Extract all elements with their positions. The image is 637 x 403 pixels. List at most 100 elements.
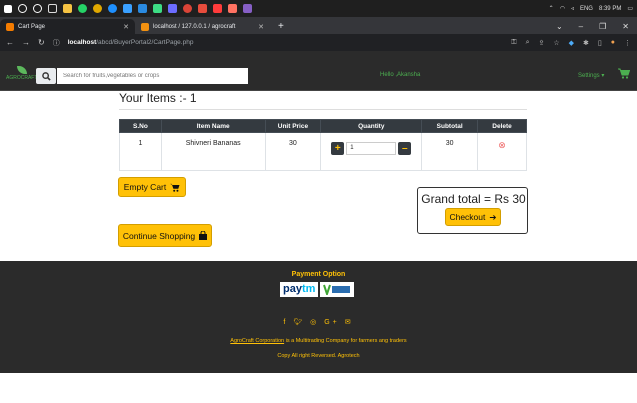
maximize-icon[interactable]: ❐ — [599, 22, 606, 31]
copyright-text: Copy All right Reversed. Agrotech — [277, 353, 360, 359]
windows-start-icon[interactable] — [4, 4, 12, 13]
logo-text: AGROCRAFT — [6, 75, 38, 81]
increase-quantity-button[interactable]: + — [331, 142, 345, 155]
file-explorer-icon[interactable] — [63, 4, 72, 13]
wifi-icon[interactable]: ◠ — [560, 5, 565, 12]
col-header-delete: Delete — [477, 119, 527, 133]
clock[interactable]: 8:39 PM — [599, 6, 621, 12]
volume-icon[interactable]: ◃ — [571, 5, 574, 12]
media-icon[interactable] — [213, 4, 222, 13]
checkout-label: Checkout — [449, 212, 486, 222]
address-bar: ← → ↻ ⓘ localhost/abcd/BuyerPortal2/Cart… — [0, 34, 637, 51]
vs-icon[interactable] — [243, 4, 252, 13]
cell-quantity: + 1 – — [320, 132, 423, 171]
email-icon[interactable]: ✉ — [345, 319, 354, 326]
page-bottom — [0, 373, 637, 403]
payment-title: Payment Option — [291, 271, 346, 278]
grand-total-text: Grand total = Rs 30 — [421, 192, 526, 206]
close-window-icon[interactable]: ✕ — [622, 22, 629, 31]
cell-item-name: Shivneri Bananas — [160, 132, 266, 171]
mail-icon[interactable] — [123, 4, 132, 13]
arrow-right-icon: ➔ — [489, 211, 497, 222]
address-bar-actions: ⚿ ⌕ ⇪ ☆ ◆ ✱ ▯ ● ⋮ — [511, 39, 631, 47]
sidebar-icon[interactable]: ▯ — [598, 39, 602, 47]
tab-search-icon[interactable]: ⌄ — [556, 22, 563, 31]
col-header-price: Unit Price — [264, 119, 322, 133]
instagram-icon[interactable]: ◎ — [310, 319, 319, 326]
edge-icon[interactable] — [108, 4, 117, 13]
notification-icon[interactable]: ▭ — [627, 5, 633, 12]
minimize-icon[interactable]: – — [579, 22, 583, 31]
search-icon[interactable] — [18, 4, 27, 13]
divider — [119, 109, 527, 110]
continue-shopping-button[interactable]: Continue Shopping — [118, 224, 212, 247]
checkout-button[interactable]: Checkout ➔ — [445, 208, 501, 226]
extension-icon[interactable]: ◆ — [569, 39, 574, 47]
about-description: is a Multitrading Company for farmers an… — [284, 338, 407, 344]
continue-shopping-label: Continue Shopping — [122, 230, 196, 241]
taskview-icon[interactable] — [48, 4, 57, 13]
empty-cart-button[interactable]: Empty Cart — [118, 177, 186, 197]
chrome-alt-icon[interactable] — [183, 4, 192, 13]
zoom-icon[interactable]: ⌕ — [526, 39, 530, 47]
twitter-icon[interactable]: 🐦︎ — [293, 319, 305, 326]
search-button[interactable] — [36, 68, 56, 84]
col-header-item: Item Name — [160, 119, 266, 133]
close-tab-icon[interactable]: ✕ — [123, 23, 129, 31]
col-header-quantity: Quantity — [320, 119, 423, 133]
leaf-icon — [16, 66, 27, 74]
os-taskbar: ⌃ ◠ ◃ ENG 8:39 PM ▭ — [0, 0, 637, 17]
forward-icon[interactable]: → — [22, 38, 30, 47]
site-footer: Payment Option paytm f 🐦︎ ◎ G+ ✉ AgroCra… — [0, 261, 637, 373]
url-field[interactable]: localhost/abcd/BuyerPortal2/CartPage.php — [68, 39, 194, 46]
share-icon[interactable]: ⇪ — [538, 39, 544, 47]
social-links: f 🐦︎ ◎ G+ ✉ — [0, 318, 637, 326]
whatsapp-icon[interactable] — [78, 4, 87, 13]
empty-cart-label: Empty Cart — [123, 182, 167, 192]
android-studio-icon[interactable] — [153, 4, 162, 13]
cart-content: Your Items :- 1 S.No Item Name Unit Pric… — [0, 91, 637, 261]
search-icon — [41, 71, 51, 81]
office-icon[interactable] — [198, 4, 207, 13]
paytm-logo: paytm — [280, 282, 319, 297]
chrome-icon[interactable] — [93, 4, 102, 13]
figma-icon[interactable] — [228, 4, 237, 13]
bookmark-star-icon[interactable]: ☆ — [553, 39, 559, 47]
reload-icon[interactable]: ↻ — [38, 38, 45, 47]
chevron-up-icon[interactable]: ⌃ — [549, 5, 554, 12]
cortana-icon[interactable] — [33, 4, 42, 13]
app-icon[interactable] — [168, 4, 177, 13]
facebook-icon[interactable]: f — [283, 319, 288, 326]
settings-dropdown[interactable]: Settings ▾ — [578, 72, 604, 79]
site-favicon-icon — [6, 22, 14, 31]
delete-item-icon[interactable]: ⊗ — [498, 140, 506, 150]
tab-cart-page[interactable]: Cart Page ✕ — [0, 19, 135, 34]
menu-icon[interactable]: ⋮ — [624, 39, 631, 47]
close-tab-icon[interactable]: ✕ — [258, 23, 264, 31]
key-icon[interactable]: ⚿ — [511, 39, 516, 47]
search-input[interactable] — [57, 68, 248, 84]
company-link[interactable]: AgroCraft Corporation — [230, 338, 284, 344]
info-icon[interactable]: ⓘ — [53, 38, 60, 48]
vscode-icon[interactable] — [138, 4, 147, 13]
table-header-row: S.No Item Name Unit Price Quantity Subto… — [119, 119, 527, 133]
profile-avatar[interactable]: ● — [611, 39, 615, 46]
google-plus-icon[interactable]: G+ — [324, 319, 340, 326]
quantity-input[interactable]: 1 — [346, 142, 397, 155]
cart-icon — [170, 183, 180, 192]
phpmyadmin-favicon-icon — [141, 22, 149, 31]
decrease-quantity-button[interactable]: – — [398, 142, 412, 155]
new-tab-button[interactable]: + — [270, 19, 292, 34]
col-header-subtotal: Subtotal — [421, 119, 479, 133]
tab-label: localhost / 127.0.0.1 / agrocraft — [153, 23, 236, 30]
puzzle-icon[interactable]: ✱ — [583, 39, 589, 47]
cell-sno: 1 — [119, 132, 162, 171]
cart-icon[interactable] — [618, 68, 631, 82]
tab-label: Cart Page — [18, 23, 46, 30]
window-controls: ⌄ – ❐ ✕ — [556, 19, 637, 34]
tab-phpmyadmin[interactable]: localhost / 127.0.0.1 / agrocraft ✕ — [135, 19, 270, 34]
language-indicator[interactable]: ENG — [580, 6, 593, 12]
cell-unit-price: 30 — [264, 132, 322, 171]
back-icon[interactable]: ← — [6, 38, 14, 47]
agrocraft-logo[interactable]: AGROCRAFT — [6, 66, 37, 81]
